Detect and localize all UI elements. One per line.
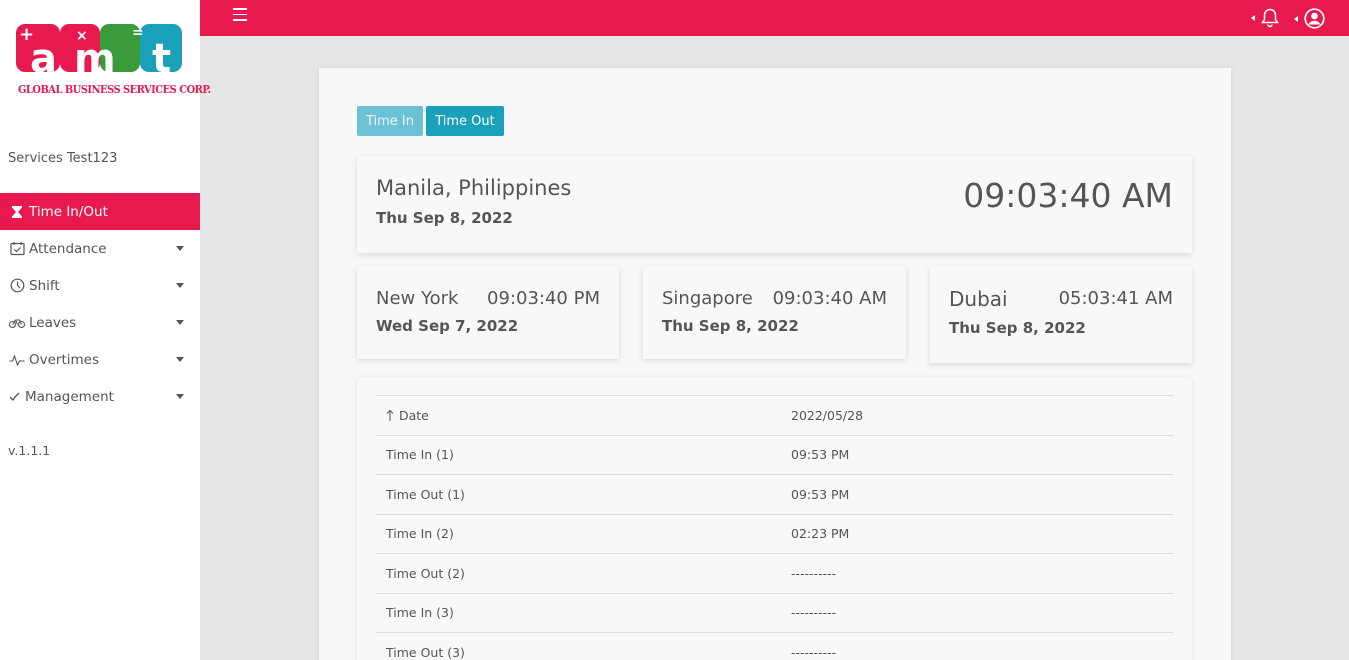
top-navbar bbox=[200, 0, 1349, 36]
sidebar-nav: Time In/Out Attendance Shift Leaves Over… bbox=[0, 193, 200, 415]
check-icon bbox=[8, 388, 22, 406]
clock-card-dubai: Dubai 05:03:41 AM Thu Sep 8, 2022 bbox=[930, 266, 1192, 363]
row-value: ---------- bbox=[791, 565, 837, 581]
time-in-button[interactable]: Time In bbox=[357, 106, 423, 136]
bell-icon bbox=[1261, 8, 1279, 28]
clock-card-singapore: Singapore 09:03:40 AM Thu Sep 8, 2022 bbox=[643, 266, 906, 359]
hourglass-icon bbox=[8, 203, 26, 221]
chevron-down-icon bbox=[176, 320, 184, 325]
sidebar-item-management[interactable]: Management bbox=[0, 378, 200, 415]
clock-date: Thu Sep 8, 2022 bbox=[949, 319, 1086, 337]
clock-time: 09:03:40 PM bbox=[487, 288, 600, 309]
sidebar-item-time-in-out[interactable]: Time In/Out bbox=[0, 193, 200, 230]
svg-text:m: m bbox=[74, 36, 116, 82]
attendance-record-card: Date 2022/05/28 Time In (1) 09:53 PM Tim… bbox=[357, 377, 1192, 660]
chevron-down-icon bbox=[176, 246, 184, 251]
chevron-down-icon bbox=[176, 394, 184, 399]
main-clock-city: Manila, Philippines bbox=[376, 176, 572, 200]
notifications-dropdown[interactable] bbox=[1251, 8, 1279, 28]
sidebar-item-label: Time In/Out bbox=[29, 203, 108, 220]
caret-left-icon bbox=[1251, 15, 1255, 21]
row-value: ---------- bbox=[791, 605, 837, 621]
row-label: Time Out (3) bbox=[386, 644, 465, 660]
svg-text:=: = bbox=[132, 25, 144, 41]
clock-city: New York bbox=[376, 288, 459, 309]
chevron-down-icon bbox=[176, 283, 184, 288]
table-row: Time In (2) 02:23 PM bbox=[376, 513, 1173, 554]
row-label: Time Out (1) bbox=[386, 486, 465, 502]
attendance-table: Date 2022/05/28 Time In (1) 09:53 PM Tim… bbox=[376, 395, 1173, 660]
user-circle-icon bbox=[1304, 8, 1325, 29]
main-clock-time: 09:03:40 AM bbox=[963, 176, 1173, 215]
row-value: 02:23 PM bbox=[791, 526, 850, 542]
sidebar-item-label: Management bbox=[25, 388, 114, 405]
svg-text:t: t bbox=[152, 36, 171, 82]
clock-time: 09:03:40 AM bbox=[772, 288, 887, 309]
row-value: 2022/05/28 bbox=[791, 407, 864, 423]
clock-date: Thu Sep 8, 2022 bbox=[662, 317, 799, 335]
user-name: Services Test123 bbox=[8, 151, 118, 166]
clock-card-new-york: New York 09:03:40 PM Wed Sep 7, 2022 bbox=[357, 266, 619, 359]
hamburger-icon[interactable] bbox=[233, 8, 247, 22]
calendar-check-icon bbox=[8, 240, 26, 258]
chevron-down-icon bbox=[176, 357, 184, 362]
row-label: Time Out (2) bbox=[386, 565, 465, 581]
clock-city: Singapore bbox=[662, 288, 753, 309]
clock-city: Dubai bbox=[949, 287, 1008, 311]
time-out-button[interactable]: Time Out bbox=[426, 106, 504, 136]
pulse-icon bbox=[8, 351, 26, 369]
row-value: ---------- bbox=[791, 644, 837, 660]
clock-icon bbox=[8, 277, 26, 295]
main-clock-date: Thu Sep 8, 2022 bbox=[376, 209, 513, 227]
sidebar-item-label: Leaves bbox=[29, 314, 77, 331]
row-label: Time In (2) bbox=[386, 526, 454, 542]
bicycle-icon bbox=[8, 314, 26, 332]
sidebar: + × = a m t GLOBAL BUSINESS SERVICES COR… bbox=[0, 0, 211, 660]
row-label: Date bbox=[399, 407, 429, 423]
date-column-header[interactable]: Date bbox=[376, 408, 791, 423]
table-row: Time Out (2) ---------- bbox=[376, 553, 1173, 593]
sort-arrow-up-icon[interactable] bbox=[386, 409, 394, 422]
sidebar-item-label: Shift bbox=[29, 277, 60, 294]
table-row: Date 2022/05/28 bbox=[376, 395, 1173, 435]
sidebar-item-label: Attendance bbox=[29, 240, 107, 257]
app-version: v.1.1.1 bbox=[8, 443, 51, 458]
table-row: Time Out (1) 09:53 PM bbox=[376, 474, 1173, 514]
table-row: Time In (3) ---------- bbox=[376, 592, 1173, 633]
clock-date: Wed Sep 7, 2022 bbox=[376, 317, 519, 335]
clock-time: 05:03:41 AM bbox=[1058, 288, 1173, 309]
table-row: Time In (1) 09:53 PM bbox=[376, 434, 1173, 475]
caret-left-icon bbox=[1294, 15, 1298, 22]
company-logo[interactable]: + × = a m t GLOBAL BUSINESS SERVICES COR… bbox=[16, 22, 211, 102]
row-value: 09:53 PM bbox=[791, 447, 850, 463]
time-in-out-card: Time In Time Out Manila, Philippines Thu… bbox=[319, 68, 1231, 660]
row-value: 09:53 PM bbox=[791, 486, 850, 502]
svg-text:a: a bbox=[30, 36, 57, 82]
row-label: Time In (1) bbox=[386, 447, 454, 463]
row-label: Time In (3) bbox=[386, 605, 454, 621]
sidebar-item-leaves[interactable]: Leaves bbox=[0, 304, 200, 341]
main-clock-card: Manila, Philippines Thu Sep 8, 2022 09:0… bbox=[357, 156, 1192, 253]
sidebar-item-label: Overtimes bbox=[29, 351, 100, 368]
logo-text: GLOBAL BUSINESS SERVICES CORP. bbox=[18, 82, 211, 96]
table-row: Time Out (3) ---------- bbox=[376, 632, 1173, 660]
sidebar-item-attendance[interactable]: Attendance bbox=[0, 230, 200, 267]
profile-dropdown[interactable] bbox=[1294, 8, 1325, 29]
sidebar-item-overtimes[interactable]: Overtimes bbox=[0, 341, 200, 378]
sidebar-item-shift[interactable]: Shift bbox=[0, 267, 200, 304]
